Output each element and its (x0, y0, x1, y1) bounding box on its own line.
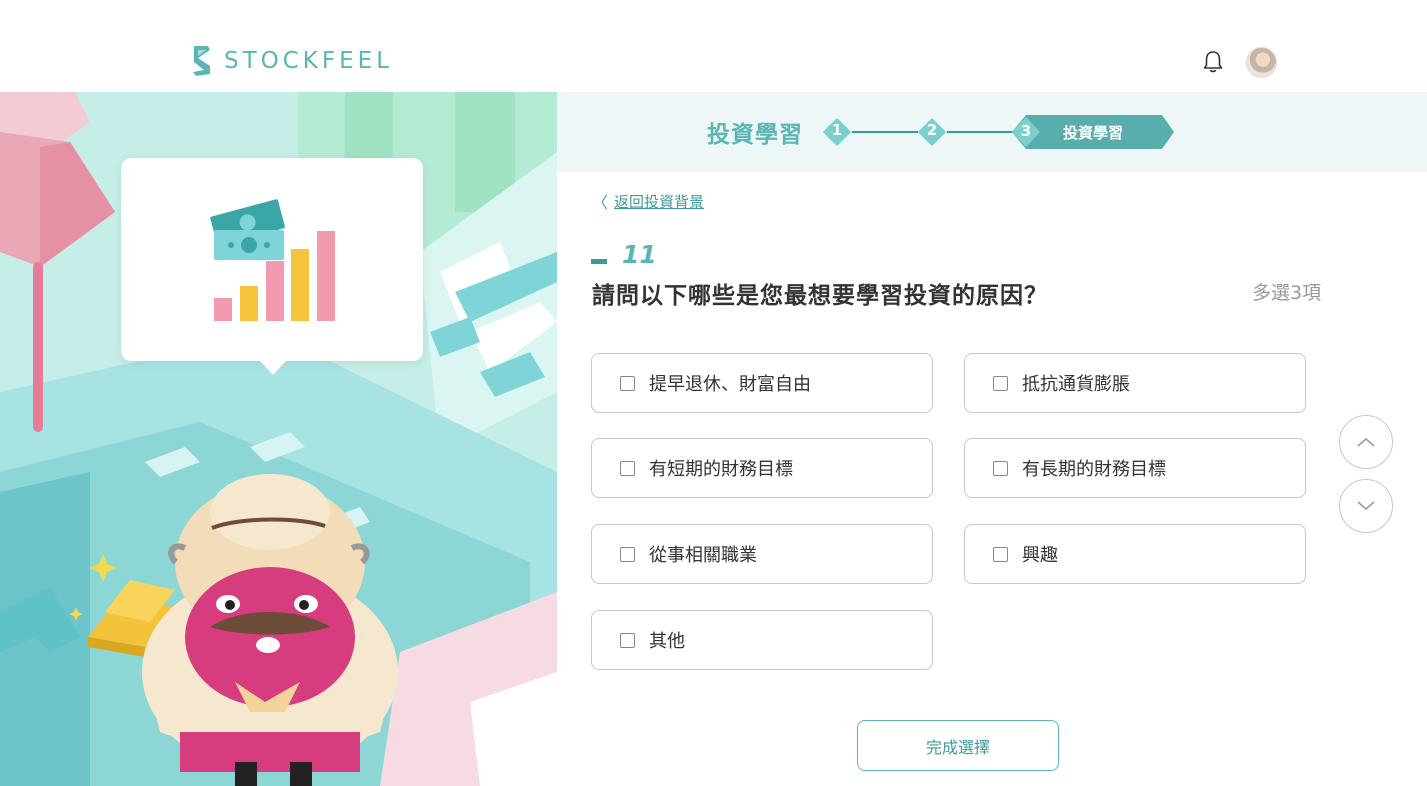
option-inflation[interactable]: 抵抗通貨膨脹 (964, 353, 1306, 413)
scroll-down-button[interactable] (1339, 479, 1393, 533)
option-short-term-goal[interactable]: 有短期的財務目標 (591, 438, 933, 498)
option-label: 其他 (649, 631, 685, 652)
step-1: 1 (822, 117, 852, 147)
option-early-retirement[interactable]: 提早退休、財富自由 (591, 353, 933, 413)
question-number: 11 (622, 240, 657, 269)
option-label: 有長期的財務目標 (1022, 459, 1166, 480)
top-header: STOCKFEEL (0, 0, 1427, 92)
option-other[interactable]: 其他 (591, 610, 933, 670)
step-connector-1 (852, 131, 918, 133)
option-label: 抵抗通貨膨脹 (1022, 374, 1130, 395)
question-hint: 多選3項 (1252, 282, 1322, 304)
brand-logo[interactable]: STOCKFEEL (190, 44, 393, 78)
chevron-down-icon (1357, 501, 1375, 510)
option-label: 從事相關職業 (649, 545, 757, 566)
option-interest[interactable]: 興趣 (964, 524, 1306, 584)
back-link[interactable]: 〈 返回投資背景 (592, 189, 704, 213)
option-label: 有短期的財務目標 (649, 459, 793, 480)
checkbox[interactable] (620, 632, 635, 648)
option-related-career[interactable]: 從事相關職業 (591, 524, 933, 584)
step-connector-2 (947, 131, 1013, 133)
question-title: 請問以下哪些是您最想要學習投資的原因？ (592, 283, 1048, 309)
bell-icon[interactable] (1202, 50, 1224, 74)
checkbox[interactable] (993, 375, 1008, 391)
checkbox[interactable] (993, 546, 1008, 562)
progress-title: 投資學習 (707, 122, 803, 148)
option-long-term-goal[interactable]: 有長期的財務目標 (964, 438, 1306, 498)
chevron-left-icon: 〈 (592, 193, 609, 212)
scroll-up-button[interactable] (1339, 415, 1393, 469)
submit-button[interactable]: 完成選擇 (857, 720, 1059, 771)
checkbox[interactable] (620, 375, 635, 391)
user-avatar[interactable] (1246, 47, 1277, 78)
checkbox[interactable] (620, 460, 635, 476)
step-2-number: 2 (926, 121, 938, 139)
back-link-label: 返回投資背景 (614, 192, 705, 211)
money-chart-icon (210, 199, 335, 321)
chevron-up-icon (1357, 438, 1375, 447)
step-3-number: 3 (1020, 122, 1032, 140)
step-3-label: 投資學習 (1063, 124, 1124, 142)
step-2: 2 (917, 117, 947, 147)
question-dash (591, 259, 607, 264)
checkbox[interactable] (993, 460, 1008, 476)
checkbox[interactable] (620, 546, 635, 562)
hero-illustration (0, 92, 557, 786)
logo-icon (193, 46, 210, 76)
option-label: 提早退休、財富自由 (649, 374, 811, 395)
step-1-number: 1 (831, 121, 843, 139)
brand-name: STOCKFEEL (224, 48, 394, 74)
chart-speech-bubble (121, 158, 423, 375)
option-label: 興趣 (1022, 545, 1058, 566)
